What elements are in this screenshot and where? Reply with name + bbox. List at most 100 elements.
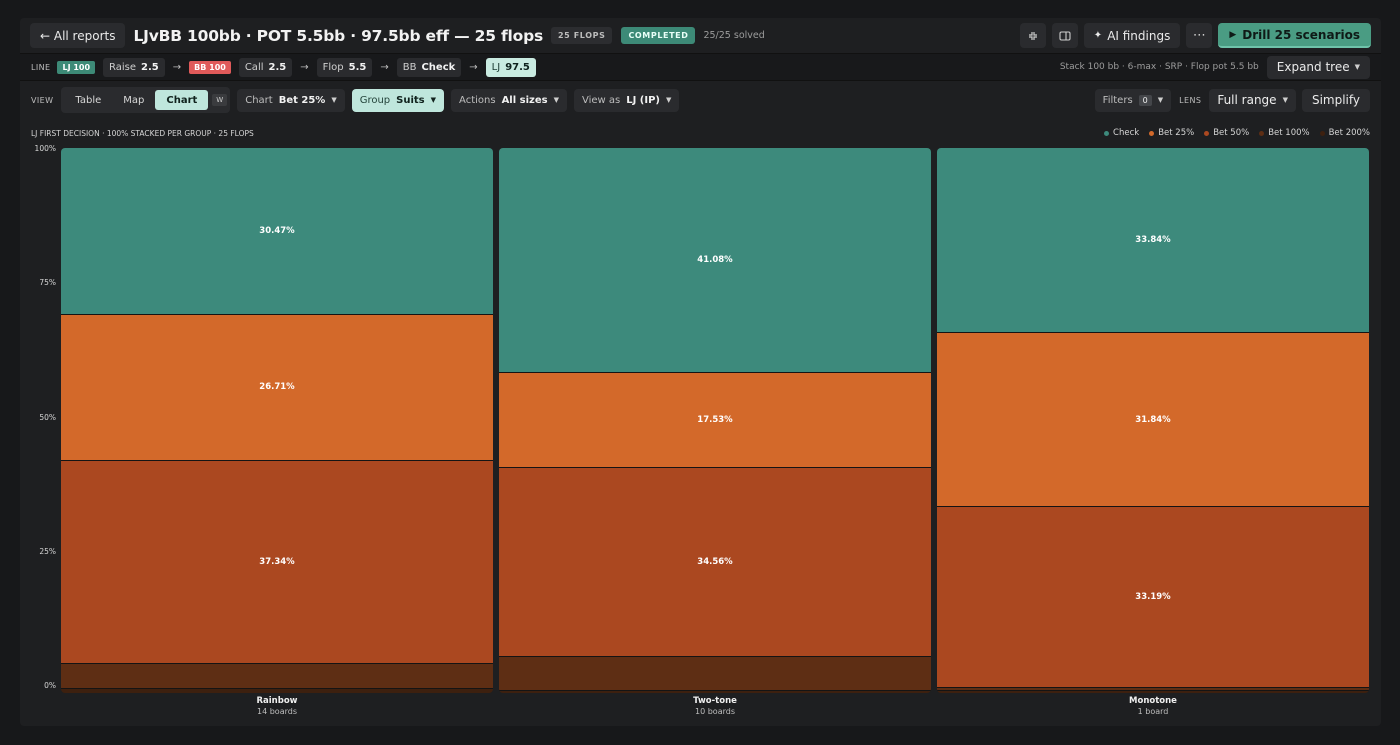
- category-name: Monotone: [1129, 696, 1177, 706]
- sparkle-icon: ✦: [1093, 30, 1103, 41]
- legend-label: Bet 25%: [1158, 128, 1195, 138]
- tab-chart[interactable]: Chart: [155, 90, 209, 110]
- chevron-down-icon: ▼: [1354, 63, 1360, 71]
- bar-segment[interactable]: [61, 688, 493, 693]
- bar-segment[interactable]: [499, 655, 931, 690]
- bar-segment[interactable]: 31.84%: [937, 332, 1369, 506]
- drill-scenarios-button[interactable]: ▶ Drill 25 scenarios: [1218, 23, 1371, 48]
- category-name: Two-tone: [693, 696, 737, 706]
- bar-column-monotone[interactable]: 33.84% 31.84% 33.19%: [937, 148, 1369, 693]
- chart-dd-value: Bet 25%: [278, 94, 326, 106]
- arrow-right-icon: →: [469, 61, 478, 73]
- line-step-name: Raise: [109, 61, 137, 73]
- chart-caption: LJ FIRST DECISION · 100% STACKED PER GRO…: [31, 129, 254, 138]
- lens-value: Full range: [1217, 93, 1277, 107]
- legend-label: Bet 100%: [1268, 128, 1310, 138]
- chart-dd-label: Chart: [245, 94, 273, 106]
- line-step-call[interactable]: Call 2.5: [238, 57, 293, 77]
- line-step-raise[interactable]: Raise 2.5: [103, 57, 165, 77]
- expand-tree-label: Expand tree: [1276, 60, 1350, 74]
- bar-segment[interactable]: 41.08%: [499, 148, 931, 372]
- tab-table[interactable]: Table: [64, 90, 112, 110]
- shortcut-hint: W: [212, 94, 228, 106]
- chart-dropdown[interactable]: Chart Bet 25% ▼: [237, 88, 345, 112]
- line-step-value: 2.5: [141, 61, 159, 73]
- line-step-value: 5.5: [348, 61, 367, 73]
- line-step-lj[interactable]: LJ 97.5: [485, 57, 536, 77]
- bar-segment[interactable]: 33.84%: [937, 148, 1369, 333]
- legend-label: Bet 200%: [1328, 128, 1370, 138]
- group-dropdown[interactable]: Group Suits ▼: [351, 88, 445, 112]
- legend-label: Bet 50%: [1213, 128, 1250, 138]
- x-category-label: Two-tone 10 boards: [499, 696, 931, 716]
- bar-segment[interactable]: 30.47%: [61, 148, 493, 315]
- category-count: 10 boards: [695, 707, 735, 716]
- line-steps: LJ 100 Raise 2.5 → BB 100 Call 2.5 → Flop 5.5 → BB C…: [57, 57, 536, 77]
- actions-dropdown[interactable]: Actions All sizes ▼: [451, 88, 567, 112]
- line-summary: Stack 100 bb · 6-max · SRP · Flop pot 5.…: [1059, 62, 1259, 72]
- chevron-down-icon: ▼: [1157, 96, 1164, 104]
- line-step-name: Call: [244, 61, 264, 73]
- chevron-down-icon: ▼: [665, 96, 672, 104]
- tab-map[interactable]: Map: [112, 90, 155, 110]
- view-bar: VIEW Table Map Chart W Chart Bet 25% ▼ G…: [20, 81, 1381, 119]
- filters-dropdown[interactable]: Filters 0 ▼: [1094, 88, 1172, 112]
- chevron-down-icon: ▼: [553, 96, 559, 104]
- simplify-button[interactable]: Simplify: [1301, 88, 1370, 112]
- bar-segment[interactable]: [937, 690, 1369, 693]
- play-icon: ▶: [1229, 29, 1237, 40]
- bar-column-two-tone[interactable]: 41.08% 17.53% 34.56%: [499, 148, 931, 693]
- line-step-bb[interactable]: BB Check: [396, 57, 462, 77]
- data-label: 41.08%: [697, 254, 733, 265]
- lens-dropdown[interactable]: Full range ▼: [1209, 88, 1296, 112]
- report-window: ← All reports LJvBB 100bb · POT 5.5bb · …: [20, 18, 1381, 726]
- view-as-dropdown[interactable]: View as LJ (IP) ▼: [573, 88, 680, 112]
- actions-dd-value: All sizes: [501, 94, 548, 106]
- y-tick-label: 0%: [44, 681, 56, 690]
- bar-segment[interactable]: 33.19%: [937, 505, 1369, 687]
- bar-segment[interactable]: 26.71%: [61, 314, 493, 460]
- y-tick-label: 75%: [39, 278, 56, 288]
- view-label: VIEW: [31, 95, 54, 105]
- line-step-name: LJ: [491, 61, 501, 73]
- legend-item: Bet 50%: [1204, 128, 1249, 138]
- page-title: LJvBB 100bb · POT 5.5bb · 97.5bb eff — 2…: [133, 26, 544, 45]
- y-tick-label: 25%: [39, 546, 56, 556]
- arrow-right-icon: →: [172, 61, 182, 73]
- data-label: 34.56%: [697, 557, 733, 568]
- more-icon[interactable]: ⋯: [1186, 23, 1213, 48]
- line-step-name: Flop: [322, 61, 344, 73]
- line-label: LINE: [31, 62, 51, 72]
- bar-column-rainbow[interactable]: 30.47% 26.71% 37.34%: [61, 148, 493, 693]
- line-step-value: Check: [421, 61, 456, 73]
- bar-segment[interactable]: 37.34%: [61, 459, 493, 664]
- data-label: 26.71%: [259, 382, 295, 393]
- legend-label: Check: [1113, 128, 1140, 138]
- bar-segment[interactable]: [61, 663, 493, 689]
- legend-swatch: [1319, 130, 1325, 136]
- ai-findings-button[interactable]: ✦ AI findings: [1083, 23, 1181, 48]
- line-step-badge[interactable]: BB 100: [189, 60, 231, 74]
- sidebar-toggle-icon[interactable]: [1051, 23, 1078, 48]
- top-bar: ← All reports LJvBB 100bb · POT 5.5bb · …: [20, 18, 1381, 53]
- line-step-badge[interactable]: LJ 100: [57, 60, 96, 74]
- bar-segment[interactable]: [499, 689, 931, 693]
- bar-segment[interactable]: 17.53%: [499, 371, 931, 468]
- bar-segment[interactable]: 34.56%: [499, 467, 931, 656]
- category-count: 14 boards: [257, 707, 297, 716]
- chart-legend: Check Bet 25% Bet 50% Bet 100% Bet 200%: [1104, 128, 1370, 138]
- view-tabs: Table Map Chart W: [61, 87, 231, 113]
- expand-tree-button[interactable]: Expand tree ▼: [1266, 55, 1370, 79]
- line-step-flop[interactable]: Flop 5.5: [316, 57, 373, 77]
- chart-area: LJ FIRST DECISION · 100% STACKED PER GRO…: [20, 119, 1381, 726]
- all-reports-button[interactable]: ← All reports: [30, 23, 126, 48]
- x-category-label: Rainbow 14 boards: [61, 696, 493, 716]
- collapse-icon[interactable]: [1019, 23, 1046, 48]
- legend-swatch: [1149, 130, 1155, 136]
- data-label: 17.53%: [697, 415, 733, 426]
- legend-item: Bet 25%: [1149, 128, 1194, 138]
- actions-dd-label: Actions: [459, 94, 496, 106]
- chevron-down-icon: ▼: [1282, 96, 1288, 104]
- data-label: 37.34%: [259, 556, 295, 567]
- lens-label: LENS: [1179, 95, 1202, 105]
